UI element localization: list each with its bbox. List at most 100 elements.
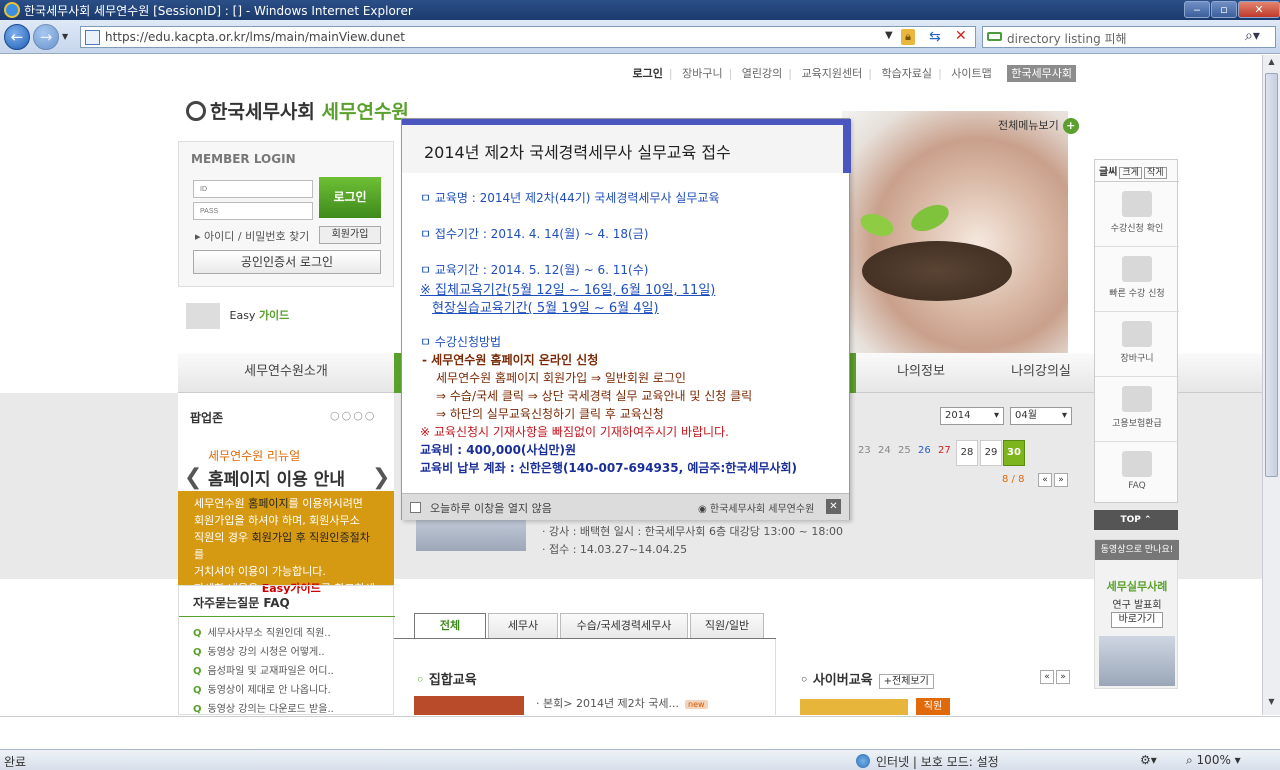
faq-box: 자주묻는질문 FAQ Q 세무사사무소 직원인데 직원.. Q 동영상 강의 시청은… (178, 585, 395, 715)
certificate-login-button[interactable]: 공인인증서 로그인 (193, 250, 381, 274)
status-text: 완료 (4, 755, 27, 769)
tab-underline (394, 638, 776, 639)
vertical-scrollbar[interactable]: ▲ ▼ (1262, 55, 1280, 715)
popup-line: 세무연수원 홈페이지 회원가입 ⇒ 일반회원 로그인 (436, 371, 686, 385)
find-account-link[interactable]: ▸ 아이디 / 비밀번호 찾기 (195, 228, 309, 244)
faq-item[interactable]: Q 동영상 강의 시청은 어떻게.. (193, 643, 325, 658)
top-link-library[interactable]: 학습자료실 (881, 67, 932, 80)
cyber-thumbnail (800, 699, 908, 715)
stop-icon[interactable]: ✕ (955, 28, 967, 44)
tab-all[interactable]: 전체 (414, 613, 486, 639)
scroll-thumb[interactable] (1265, 73, 1278, 477)
join-button[interactable]: 회원가입 (319, 226, 381, 244)
minimize-button[interactable]: ‒ (1184, 1, 1210, 18)
popup-link[interactable]: 현장실습교육기간( 5월 19일 ~ 6월 4일) (432, 297, 659, 316)
top-link-support[interactable]: 교육지원센터 (802, 67, 863, 80)
top-link-open-lecture[interactable]: 열린강의 (742, 67, 782, 80)
font-smaller-button[interactable]: 작게 (1143, 167, 1167, 179)
magnifier-icon (1122, 191, 1152, 217)
password-input[interactable] (193, 202, 313, 220)
video-go-button[interactable]: 바로가기 (1111, 612, 1163, 628)
popup-zone-heading[interactable]: 홈페이지 이용 안내 (208, 465, 345, 490)
login-button[interactable]: 로그인 (319, 177, 381, 218)
security-zone[interactable]: 인터넷 | 보호 모드: 설정 (876, 753, 999, 770)
easy-guide-banner[interactable]: Easy 가이드 (186, 303, 289, 329)
quick-cart[interactable]: 장바구니 (1095, 313, 1179, 377)
all-menu-link[interactable]: 전체메뉴보기 + (998, 117, 1079, 134)
calendar-day-saturday[interactable]: 26 (918, 445, 931, 456)
next-arrow-icon[interactable]: ❯ (372, 465, 390, 490)
popup-close-icon[interactable]: ✕ (826, 499, 841, 514)
collective-education-heading[interactable]: ◦ 집합교육 (416, 669, 477, 688)
quick-refund[interactable]: 고용보험환급 (1095, 378, 1179, 442)
quick-faq[interactable]: FAQ (1095, 443, 1179, 507)
top-links: 로그인 | 장바구니 | 열린강의 | 교육지원센터 | 학습자료실 | 사이트맵 한국세… (627, 65, 1083, 82)
ie-logo-icon (4, 2, 20, 18)
scroll-down-icon[interactable]: ▼ (1265, 697, 1278, 711)
tab-trainee[interactable]: 수습/국세경력세무사 (560, 613, 688, 639)
tab-staff[interactable]: 직원/일반 (690, 613, 764, 639)
calendar-day[interactable]: 25 (898, 445, 911, 456)
calendar-day-selected[interactable]: 30 (1003, 440, 1025, 466)
search-input[interactable]: directory listing 피해 (1007, 30, 1127, 47)
year-select[interactable]: 2014 ▾ (940, 407, 1004, 425)
page-viewport: 로그인 | 장바구니 | 열린강의 | 교육지원센터 | 학습자료실 | 사이트맵 한국세… (0, 55, 1262, 715)
faq-item[interactable]: Q 세무사사무소 직원인데 직원.. (193, 624, 331, 639)
popup-link[interactable]: ※ 집체교육기간(5월 12일 ~ 16일, 6월 10일, 11일) (420, 279, 715, 298)
top-link-kacpta[interactable]: 한국세무사회 (1007, 65, 1076, 82)
close-window-button[interactable]: ✕ (1238, 1, 1280, 18)
next-page-icon[interactable]: » (1054, 473, 1068, 487)
forward-button[interactable]: → (33, 24, 59, 50)
popup-zone-pager[interactable]: ○○○○ (330, 409, 376, 422)
address-dropdown-icon[interactable]: ▼ (885, 30, 893, 41)
maximize-button[interactable]: ▫ (1211, 1, 1237, 18)
month-select[interactable]: 04월 ▾ (1010, 407, 1072, 425)
zoom-level[interactable]: ⌕ 100% ▾ (1186, 753, 1241, 768)
cyber-education-heading: ◦ 사이버교육 +전체보기 (800, 669, 934, 689)
refresh-icon (1122, 386, 1152, 412)
cyber-next-icon[interactable]: » (1056, 670, 1070, 684)
lock-icon[interactable]: 🔒︎ (901, 29, 915, 45)
site-logo[interactable]: 한국세무사회 세무연수원 (186, 97, 409, 124)
tab-tax-accountant[interactable]: 세무사 (488, 613, 558, 639)
gnav-intro[interactable]: 세무연수원소개 (178, 353, 394, 393)
quick-fast-register[interactable]: 빠른 수강 신청 (1095, 248, 1179, 312)
id-input[interactable] (193, 180, 313, 198)
font-bigger-button[interactable]: 크게 (1119, 167, 1142, 179)
address-bar[interactable]: https://edu.kacpta.or.kr/lms/main/mainVi… (80, 26, 976, 48)
recent-pages-dropdown-icon[interactable]: ▼ (62, 32, 68, 41)
cyber-prev-icon[interactable]: « (1040, 670, 1054, 684)
calendar-day-sunday[interactable]: 27 (938, 445, 951, 456)
faq-item[interactable]: Q 동영상 강의는 다운로드 받을.. (193, 700, 334, 715)
back-button[interactable]: ← (4, 24, 30, 50)
top-button[interactable]: TOP ⌃ (1094, 510, 1178, 530)
top-link-sitemap[interactable]: 사이트맵 (951, 67, 991, 80)
top-link-login[interactable]: 로그인 (633, 67, 663, 80)
faq-item[interactable]: Q 동영상이 제대로 안 나옵니다. (193, 681, 331, 696)
search-box[interactable]: directory listing 피해 ⌕▾ (982, 26, 1276, 48)
scroll-up-icon[interactable]: ▲ (1265, 57, 1278, 71)
dont-show-today-label[interactable]: 오늘하루 이창을 열지 않음 (430, 500, 552, 516)
lecture-detail: · 강사 : 배택현 일시 : 한국세무사회 6층 대강당 13:00 ~ 18… (542, 525, 844, 538)
calendar-day[interactable]: 28 (956, 440, 978, 466)
cyber-all-button[interactable]: +전체보기 (878, 674, 934, 689)
prev-page-icon[interactable]: « (1038, 473, 1052, 487)
address-url[interactable]: https://edu.kacpta.or.kr/lms/main/mainVi… (105, 30, 405, 44)
calendar-day[interactable]: 29 (980, 440, 1002, 466)
gnav-my-info[interactable]: 나의정보 (858, 353, 984, 393)
calendar-day[interactable]: 23 (858, 445, 871, 456)
protected-mode-icon[interactable]: ⚙▾ (1140, 753, 1157, 767)
search-icon[interactable]: ⌕▾ (1245, 28, 1260, 44)
popup-line: ㅁ 교육명 : 2014년 제2차(44기) 국세경력세무사 실무교육 (420, 191, 720, 205)
refresh-icon[interactable]: ⇆ (929, 29, 941, 45)
top-link-cart[interactable]: 장바구니 (682, 67, 722, 80)
collective-item[interactable]: · 본회> 2014년 제2차 국세... new (536, 695, 708, 711)
calendar-day[interactable]: 24 (878, 445, 891, 456)
dont-show-today-checkbox[interactable] (410, 502, 421, 513)
popup-zone-title: 팝업존 (190, 411, 224, 425)
quick-course-check[interactable]: 수강신청 확인 (1095, 183, 1179, 247)
faq-item[interactable]: Q 음성파일 및 교재파일은 어디.. (193, 662, 334, 677)
calendar-days: 23 24 25 26 27 28 29 30 (852, 440, 1062, 466)
gnav-my-classroom[interactable]: 나의강의실 (986, 353, 1096, 393)
prev-arrow-icon[interactable]: ❮ (184, 465, 202, 490)
